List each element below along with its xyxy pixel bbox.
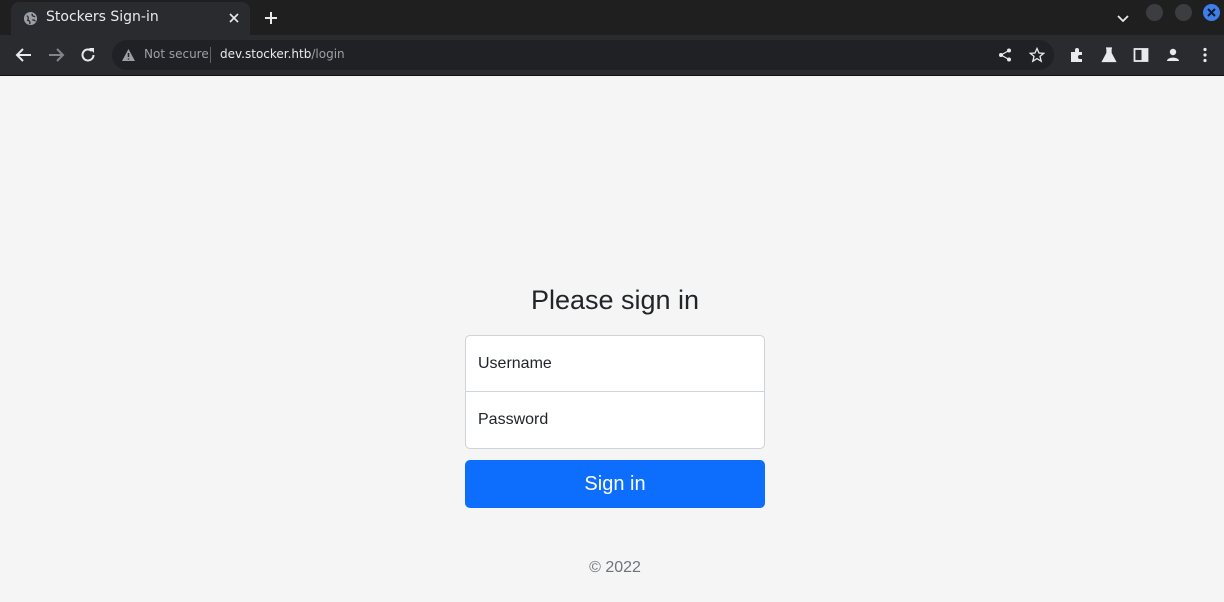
globe-icon bbox=[23, 11, 38, 26]
username-input[interactable] bbox=[465, 335, 765, 392]
password-input[interactable] bbox=[465, 392, 765, 449]
page-content: Please sign in Sign in © 2022 bbox=[0, 76, 1224, 602]
extensions-icon[interactable] bbox=[1068, 46, 1086, 64]
share-icon[interactable] bbox=[997, 47, 1013, 63]
close-icon[interactable] bbox=[226, 10, 242, 26]
profile-icon[interactable] bbox=[1164, 46, 1182, 64]
address-bar[interactable]: Not secure dev.stocker.htb/login bbox=[112, 40, 1054, 70]
chevron-down-icon[interactable] bbox=[1115, 10, 1131, 26]
side-panel-icon[interactable] bbox=[1132, 46, 1150, 64]
browser-tab[interactable]: Stockers Sign-in bbox=[11, 2, 250, 35]
copyright-footer: © 2022 bbox=[589, 559, 641, 576]
sign-in-button[interactable]: Sign in bbox=[465, 460, 765, 508]
browser-toolbar: Not secure dev.stocker.htb/login bbox=[0, 35, 1224, 76]
close-icon bbox=[1207, 8, 1216, 17]
bookmark-star-icon[interactable] bbox=[1029, 47, 1045, 63]
tab-strip: Stockers Sign-in bbox=[0, 0, 1224, 35]
url-path: /login bbox=[311, 47, 345, 61]
labs-flask-icon[interactable] bbox=[1100, 46, 1118, 64]
page-title: Please sign in bbox=[530, 285, 700, 315]
reload-icon[interactable] bbox=[79, 46, 97, 64]
menu-kebab-icon[interactable] bbox=[1196, 46, 1214, 64]
back-arrow-icon[interactable] bbox=[15, 46, 33, 64]
security-label[interactable]: Not secure bbox=[144, 47, 209, 61]
maximize-button[interactable] bbox=[1175, 4, 1192, 21]
tab-title: Stockers Sign-in bbox=[46, 9, 159, 25]
warning-icon[interactable] bbox=[121, 48, 136, 62]
url-host: dev.stocker.htb bbox=[220, 47, 312, 61]
url-text[interactable]: dev.stocker.htb/login bbox=[220, 47, 345, 61]
window-close-button[interactable] bbox=[1203, 4, 1220, 21]
forward-arrow-icon[interactable] bbox=[47, 46, 65, 64]
new-tab-icon[interactable] bbox=[262, 9, 280, 27]
omnibox-divider bbox=[210, 47, 211, 63]
minimize-button[interactable] bbox=[1146, 4, 1163, 21]
